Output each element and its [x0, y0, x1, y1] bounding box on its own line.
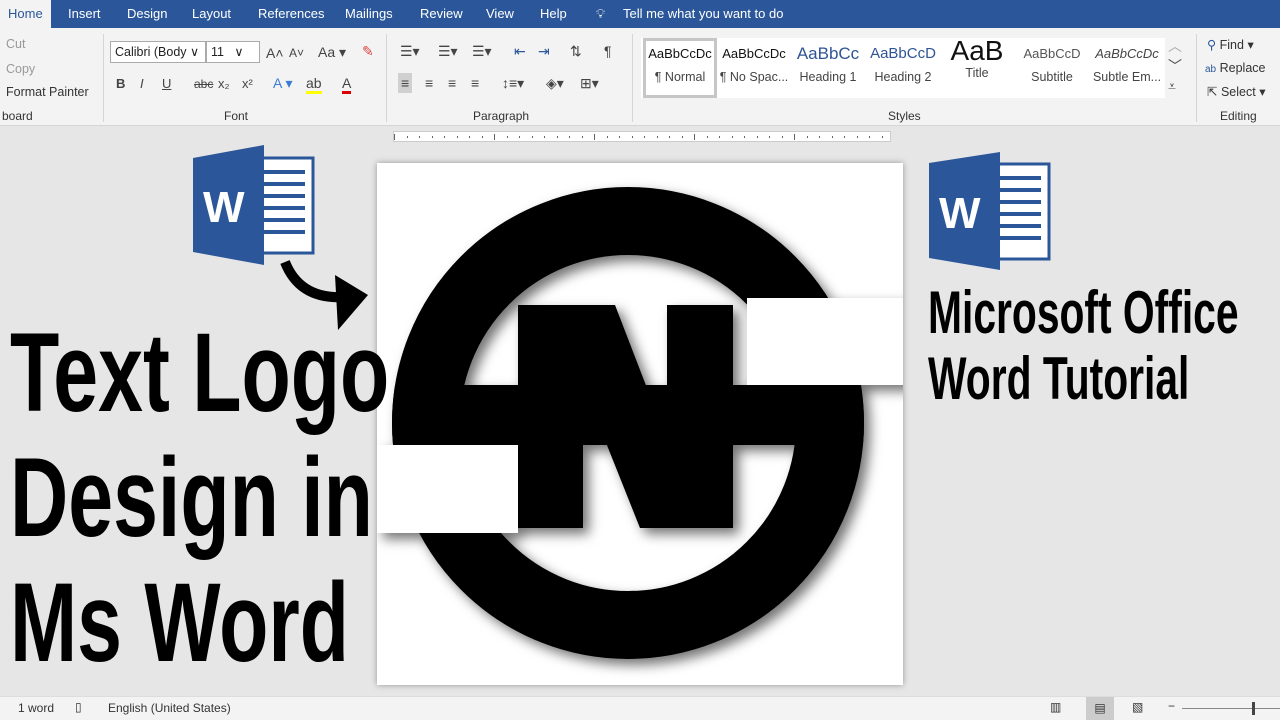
logo-n-left-stem [518, 305, 583, 528]
svg-text:W: W [203, 183, 245, 232]
logo-cut-bottom [377, 445, 518, 533]
zoom-slider[interactable] [1182, 708, 1280, 709]
zoom-out-button[interactable]: − [1168, 699, 1175, 713]
proofing-icon[interactable]: ▯ [75, 700, 82, 714]
document-page[interactable] [377, 163, 907, 685]
language-status[interactable]: English (United States) [108, 701, 231, 715]
logo-cut-top [747, 298, 907, 385]
word-logo-right: W [929, 152, 1051, 270]
print-layout-icon[interactable]: ▤ [1086, 697, 1114, 720]
read-mode-icon[interactable]: ▥ [1050, 700, 1061, 714]
headline-line-3: Ms Word [10, 560, 349, 685]
subtitle-line-2: Word Tutorial [928, 345, 1190, 412]
headline-line-2: Design in [10, 435, 373, 560]
web-layout-icon[interactable]: ▧ [1132, 700, 1143, 714]
status-bar: 1 word ▯ English (United States) ▥ ▤ ▧ − [0, 696, 1280, 720]
word-count[interactable]: 1 word [18, 701, 54, 715]
logo-n-diagonal [583, 305, 667, 528]
logo-n-right-stem [667, 305, 733, 528]
svg-text:W: W [939, 189, 981, 238]
headline-line-1: Text Logo [10, 310, 390, 435]
word-logo-left: W [193, 145, 315, 265]
zoom-slider-thumb[interactable] [1252, 702, 1255, 715]
ns-logo [377, 187, 907, 659]
subtitle-line-1: Microsoft Office [928, 279, 1239, 346]
